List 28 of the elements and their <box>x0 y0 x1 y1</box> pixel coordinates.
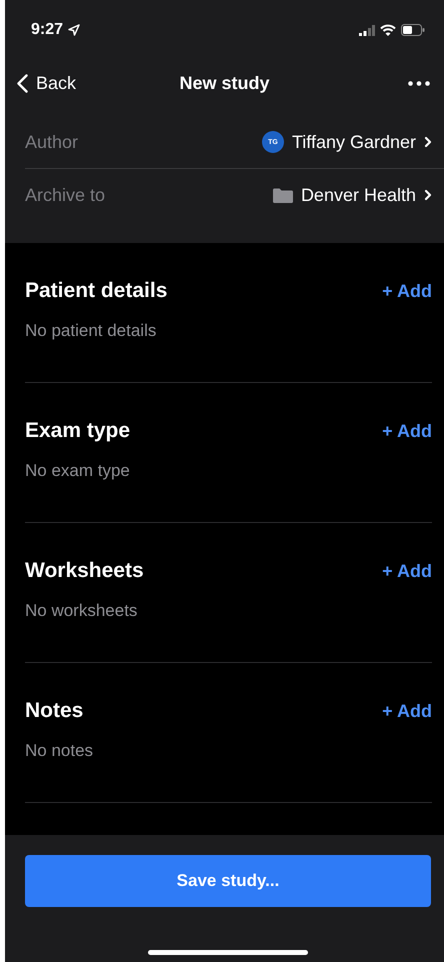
add-link[interactable]: + Add <box>382 560 432 582</box>
chevron-right-icon <box>424 136 432 148</box>
back-button[interactable]: Back <box>17 72 76 94</box>
chevron-left-icon <box>17 74 28 92</box>
empty-state-text: No patient details <box>25 321 158 341</box>
save-study-button[interactable]: Save study... <box>25 855 431 907</box>
more-icon <box>408 80 430 86</box>
add-link[interactable]: + Add <box>382 280 432 302</box>
section-title: Worksheets <box>25 559 144 583</box>
section-title: Exam type <box>25 419 130 443</box>
empty-state-text: No exam type <box>25 461 131 481</box>
section-title: Notes <box>25 699 84 723</box>
wifi-icon <box>380 24 396 36</box>
signal-icon <box>359 24 375 36</box>
status-time: 9:27 <box>31 21 64 39</box>
chevron-right-icon <box>424 189 432 201</box>
empty-state-text: No notes <box>25 741 94 761</box>
folder-icon <box>272 188 293 202</box>
add-link[interactable]: + Add <box>382 700 432 722</box>
empty-state-text: No worksheets <box>25 601 138 621</box>
row-label: Archive to <box>25 184 106 206</box>
archive-picker[interactable]: Denver Health <box>272 184 432 206</box>
location-arrow-icon <box>68 24 80 36</box>
row-label: Author <box>25 132 78 152</box>
add-link[interactable]: + Add <box>382 420 432 442</box>
screen-title: New study <box>179 72 270 94</box>
section-title: Patient details <box>25 279 168 303</box>
battery-icon <box>401 24 425 36</box>
